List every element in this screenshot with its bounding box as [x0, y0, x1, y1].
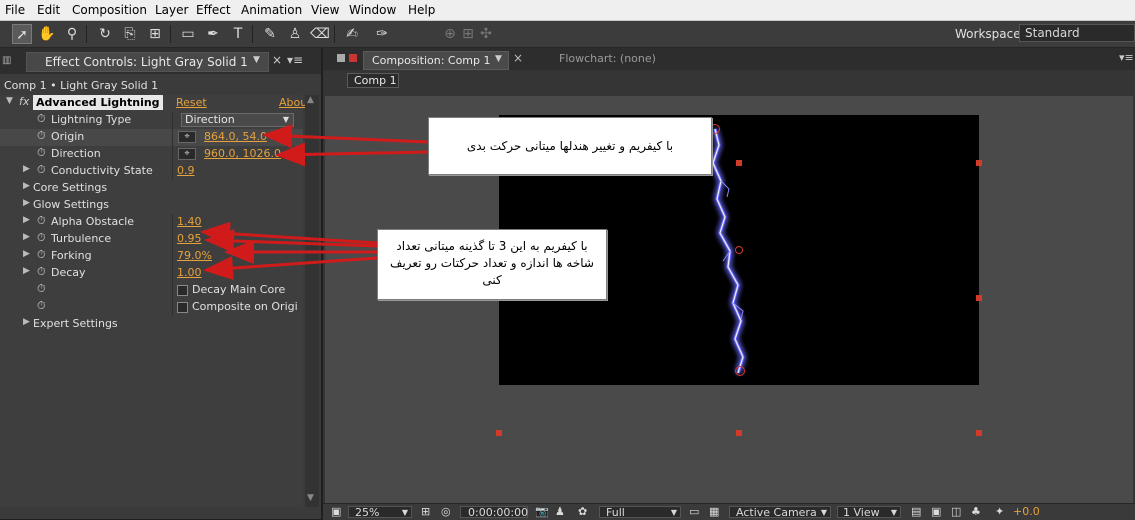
- callout-handles-text: با کیفریم و تغییر هندلها میتانی حرکت بدی: [466, 139, 674, 153]
- callout-properties: با کیفریم به این 3 تا گذینه میتانی تعداد…: [377, 229, 607, 300]
- callout-handles: با کیفریم و تغییر هندلها میتانی حرکت بدی: [428, 117, 712, 175]
- callout-properties-text: با کیفریم به این 3 تا گذینه میتانی تعداد…: [390, 239, 594, 287]
